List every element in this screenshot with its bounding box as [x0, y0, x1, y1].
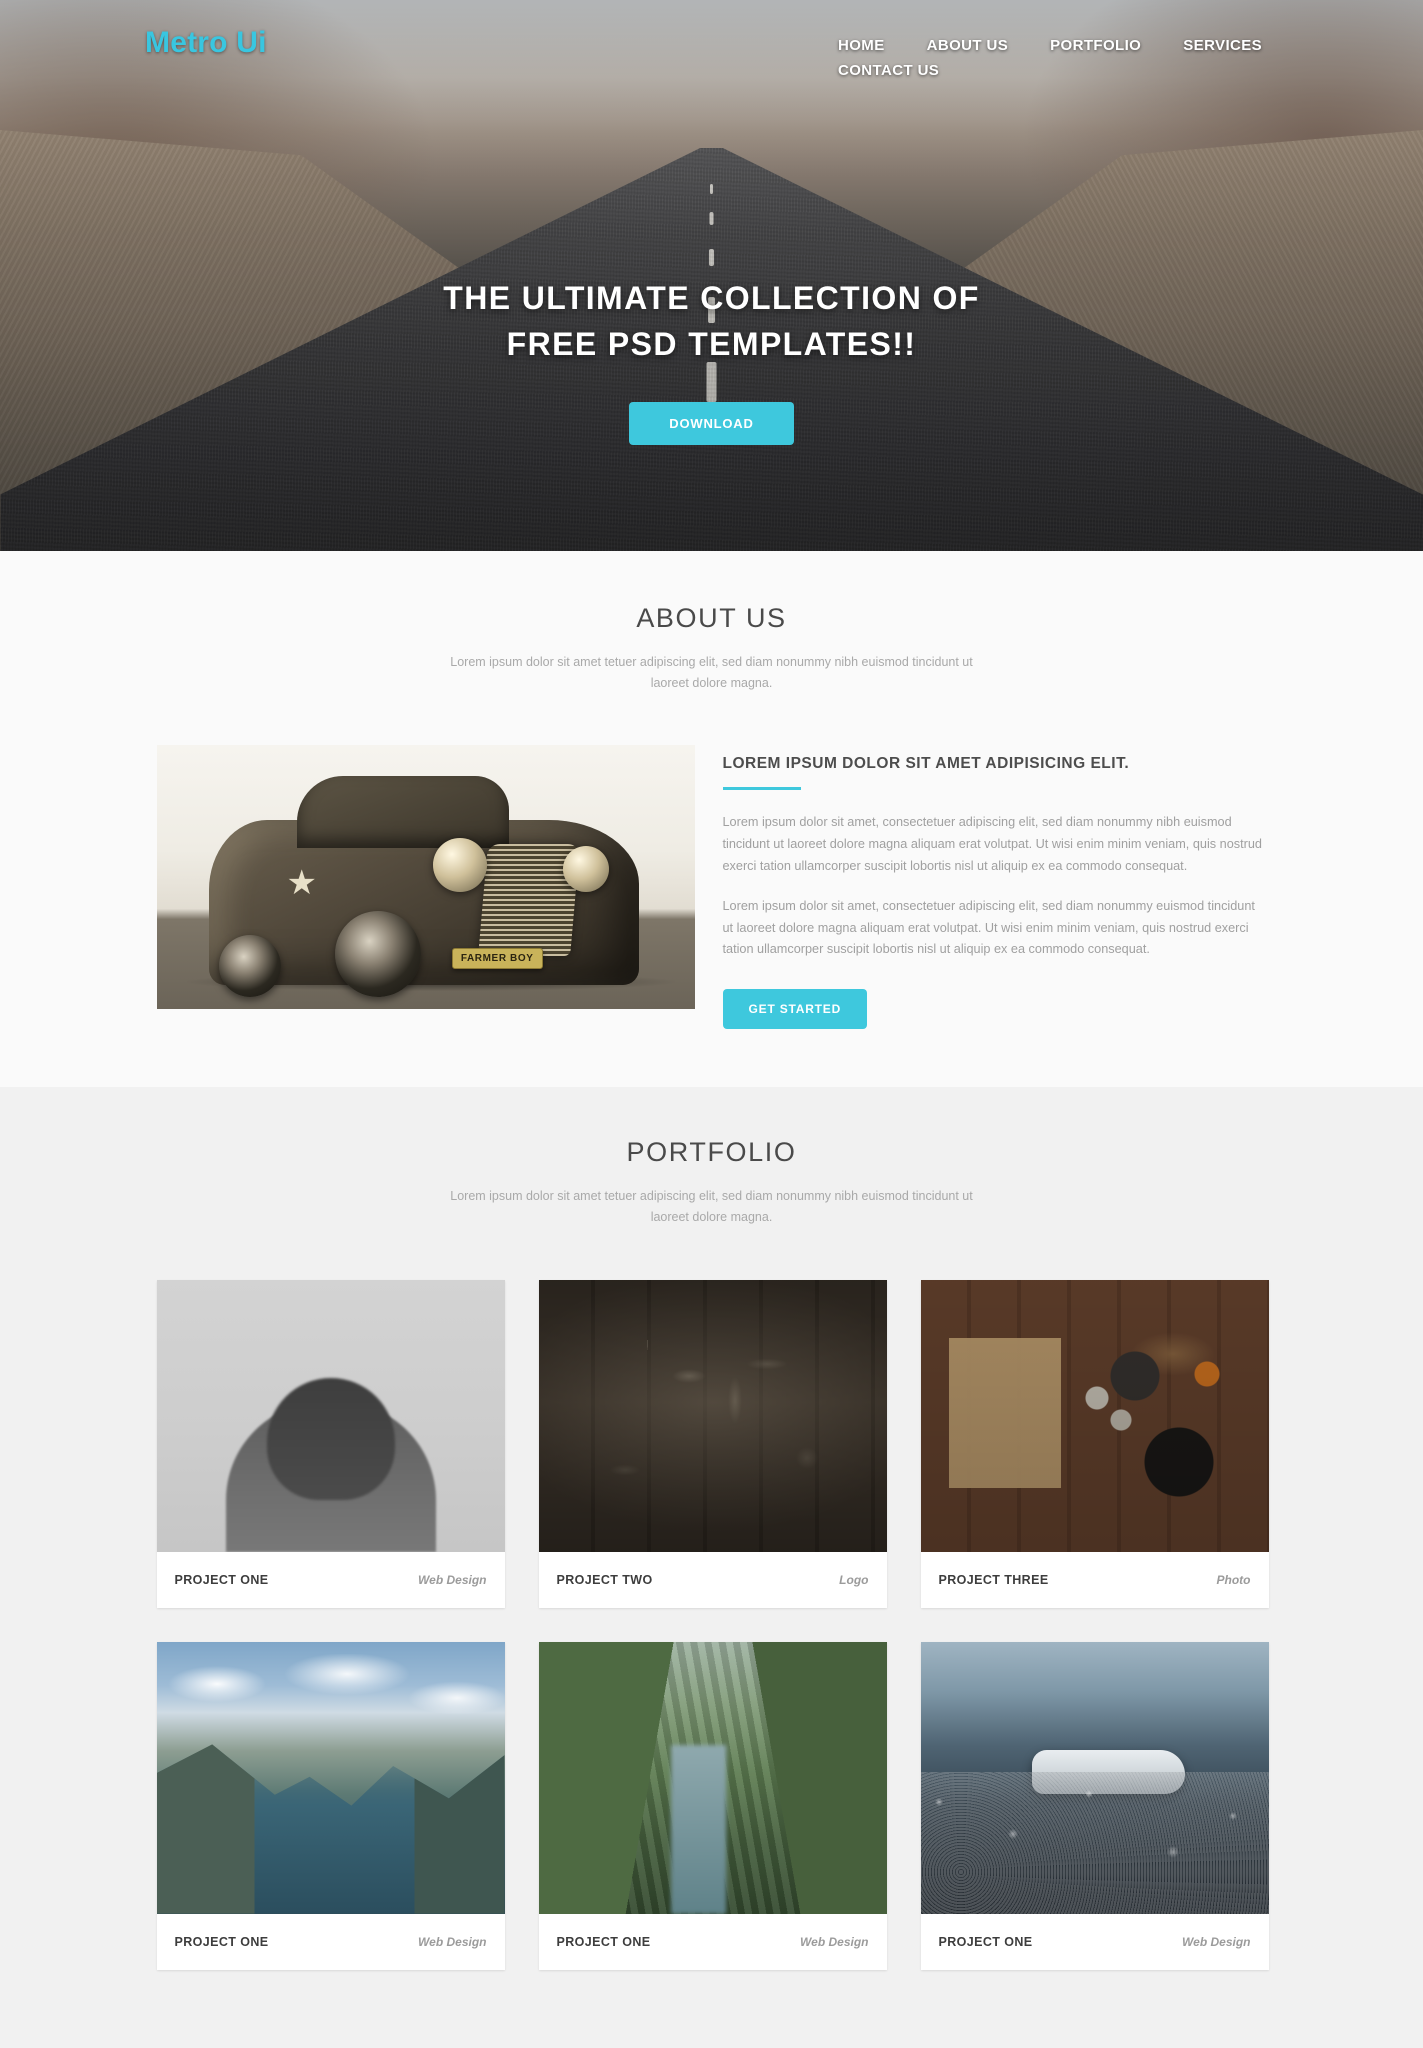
portfolio-item-title: PROJECT THREE — [938, 1572, 1049, 1587]
portfolio-card[interactable]: PROJECT ONE Web Design — [920, 1641, 1269, 1970]
portfolio-subtitle: Lorem ipsum dolor sit amet tetuer adipis… — [450, 1189, 973, 1224]
portfolio-card[interactable]: PROJECT THREE Photo — [920, 1279, 1269, 1608]
about-text-column: LOREM IPSUM DOLOR SIT AMET ADIPISICING E… — [722, 745, 1267, 1030]
portfolio-caption: PROJECT ONE Web Design — [921, 1914, 1269, 1970]
about-heading-underline — [722, 787, 801, 791]
hero-section: Metro Ui HOME ABOUT US PORTFOLIO SERVICE… — [0, 0, 1423, 551]
hero-headline-line-2: FREE PSD TEMPLATES!! — [506, 326, 917, 363]
nav-item-home[interactable]: HOME — [838, 37, 885, 54]
about-container: FARMER BOY LOREM IPSUM DOLOR SIT AMET AD… — [156, 745, 1267, 1030]
portfolio-title: PORTFOLIO — [626, 1137, 797, 1168]
car-wheel — [334, 911, 421, 998]
portfolio-caption: PROJECT ONE Web Design — [539, 1914, 887, 1970]
nav-item-contact-us[interactable]: CONTACT US — [838, 62, 939, 79]
portfolio-caption: PROJECT TWO Logo — [539, 1552, 887, 1608]
portfolio-thumbnail[interactable] — [920, 1641, 1269, 1914]
portfolio-item-category: Web Design — [418, 1572, 487, 1587]
portfolio-caption: PROJECT ONE Web Design — [157, 1552, 505, 1608]
portfolio-grid: PROJECT ONE Web Design PROJECT TWO Logo … — [156, 1279, 1269, 1970]
about-heading: LOREM IPSUM DOLOR SIT AMET ADIPISICING E… — [722, 755, 1130, 773]
portfolio-container: PROJECT ONE Web Design PROJECT TWO Logo … — [156, 1279, 1269, 1970]
hero-headline-line-1: THE ULTIMATE COLLECTION OF — [443, 280, 980, 316]
car-wheel — [218, 935, 281, 998]
car-body: FARMER BOY — [208, 776, 639, 998]
car-cabin — [296, 776, 509, 849]
about-paragraph-1: Lorem ipsum dolor sit amet, consectetuer… — [722, 815, 1262, 873]
portfolio-item-title: PROJECT TWO — [556, 1572, 653, 1587]
site-logo[interactable]: Metro Ui — [145, 28, 267, 58]
portfolio-item-title: PROJECT ONE — [556, 1934, 651, 1949]
portfolio-caption: PROJECT THREE Photo — [921, 1552, 1269, 1608]
portfolio-caption: PROJECT ONE Web Design — [157, 1914, 505, 1970]
vintage-car-image: FARMER BOY — [156, 745, 695, 1010]
nav-item-portfolio[interactable]: PORTFOLIO — [1050, 37, 1141, 54]
portfolio-item-category: Web Design — [418, 1934, 487, 1949]
portfolio-thumbnail[interactable] — [156, 1641, 505, 1914]
portfolio-item-category: Web Design — [800, 1934, 869, 1949]
about-row: FARMER BOY LOREM IPSUM DOLOR SIT AMET AD… — [156, 745, 1267, 1030]
nav-links: HOME ABOUT US PORTFOLIO SERVICES CONTACT… — [838, 28, 1363, 79]
download-button[interactable]: DOWNLOAD — [629, 401, 794, 445]
portfolio-item-title: PROJECT ONE — [174, 1934, 269, 1949]
hero-headline: THE ULTIMATE COLLECTION OF FREE PSD TEMP… — [0, 275, 1423, 368]
portfolio-item-title: PROJECT ONE — [938, 1934, 1033, 1949]
portfolio-card[interactable]: PROJECT ONE Web Design — [538, 1641, 887, 1970]
portfolio-thumbnail[interactable] — [538, 1279, 887, 1552]
about-title: ABOUT US — [636, 603, 787, 633]
about-section: ABOUT US Lorem ipsum dolor sit amet tetu… — [0, 551, 1423, 1088]
nav-item-about-us[interactable]: ABOUT US — [927, 37, 1009, 54]
portfolio-thumbnail[interactable] — [920, 1279, 1269, 1552]
portfolio-card[interactable]: PROJECT ONE Web Design — [156, 1641, 505, 1970]
license-plate: FARMER BOY — [451, 948, 543, 970]
portfolio-card[interactable]: PROJECT ONE Web Design — [156, 1279, 505, 1608]
portfolio-card[interactable]: PROJECT TWO Logo — [538, 1279, 887, 1608]
portfolio-item-title: PROJECT ONE — [174, 1572, 269, 1587]
car-headlamp-icon — [432, 838, 487, 893]
portfolio-thumbnail[interactable] — [538, 1641, 887, 1914]
hero-content: THE ULTIMATE COLLECTION OF FREE PSD TEMP… — [0, 275, 1423, 445]
portfolio-item-category: Logo — [839, 1572, 869, 1587]
portfolio-thumbnail[interactable] — [156, 1279, 505, 1552]
car-headlamp-icon — [562, 846, 609, 893]
nav-item-services[interactable]: SERVICES — [1183, 37, 1262, 54]
about-image-column: FARMER BOY — [156, 745, 695, 1029]
portfolio-section: PORTFOLIO Lorem ipsum dolor sit amet tet… — [0, 1087, 1423, 2048]
portfolio-item-category: Web Design — [1182, 1934, 1251, 1949]
portfolio-item-category: Photo — [1216, 1572, 1251, 1587]
about-paragraph-2: Lorem ipsum dolor sit amet, consectetuer… — [722, 898, 1255, 957]
main-navigation: Metro Ui HOME ABOUT US PORTFOLIO SERVICE… — [0, 0, 1423, 80]
get-started-button[interactable]: GET STARTED — [722, 989, 868, 1030]
about-subtitle: Lorem ipsum dolor sit amet tetuer adipis… — [450, 655, 973, 690]
